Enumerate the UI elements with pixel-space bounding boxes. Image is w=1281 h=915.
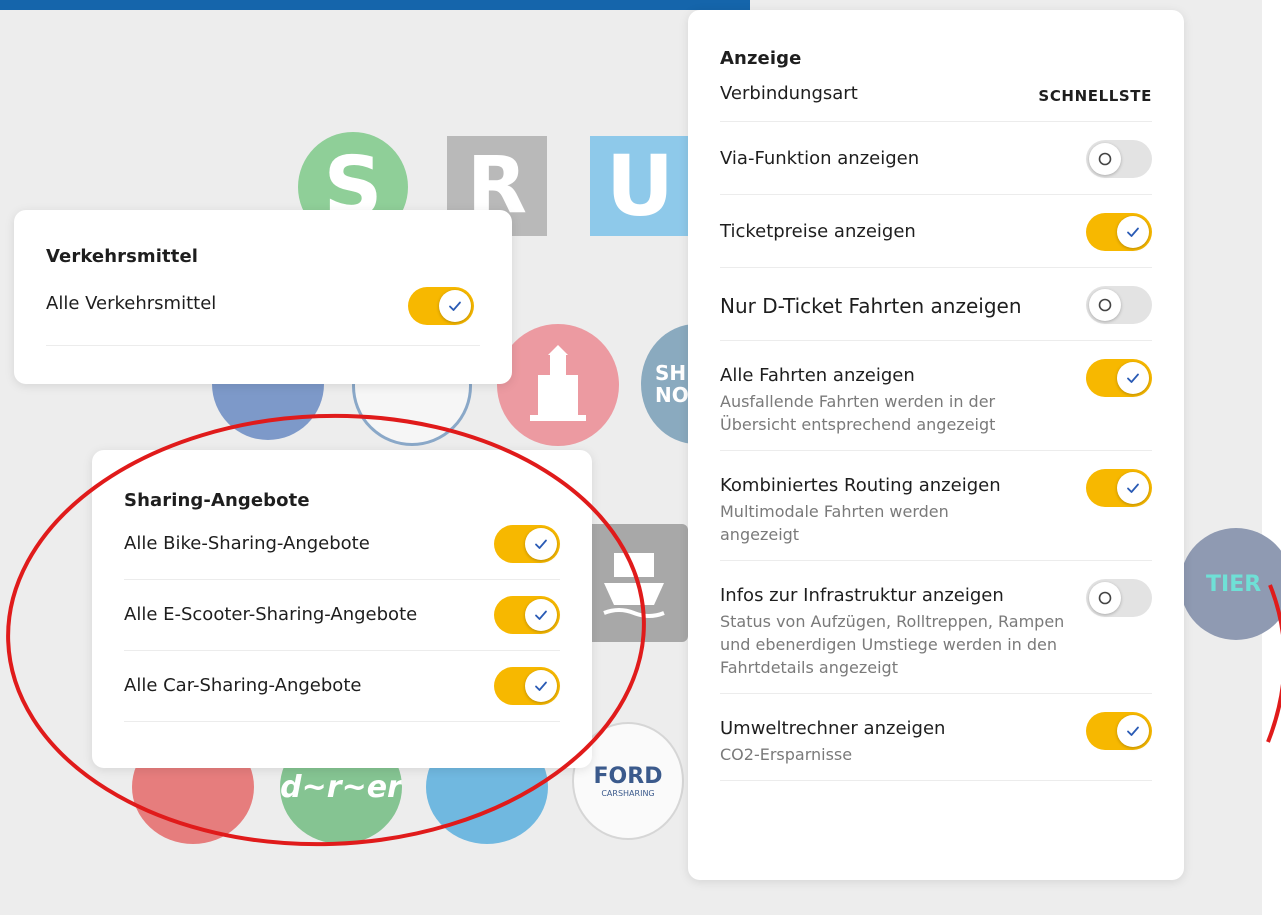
verkehrsmittel-card: Verkehrsmittel Alle Verkehrsmittel bbox=[14, 210, 512, 384]
toggle-knob bbox=[1089, 582, 1121, 614]
ferry-icon bbox=[603, 553, 665, 618]
circle-off-icon bbox=[1098, 591, 1112, 605]
ford-logo-subtext: CARSHARING bbox=[601, 789, 655, 798]
u-bahn-logo-text: U bbox=[605, 137, 675, 235]
ticketpreise-toggle[interactable] bbox=[1086, 213, 1152, 251]
check-icon bbox=[449, 301, 461, 311]
check-icon bbox=[1127, 726, 1139, 736]
ticketpreise-label: Ticketpreise anzeigen bbox=[720, 221, 916, 242]
toggle-knob bbox=[1089, 143, 1121, 175]
circle-off-icon bbox=[1098, 298, 1112, 312]
via-funktion-toggle[interactable] bbox=[1086, 140, 1152, 178]
verkehrsmittel-title: Verkehrsmittel bbox=[46, 246, 199, 267]
toggle-knob bbox=[1117, 715, 1149, 747]
list-item[interactable]: Ticketpreise anzeigen bbox=[720, 195, 1152, 268]
infrastruktur-text: Infos zur Infrastruktur anzeigen Status … bbox=[720, 579, 1080, 679]
top-accent-bar bbox=[0, 0, 750, 10]
toggle-knob bbox=[1117, 362, 1149, 394]
toggle-knob bbox=[525, 599, 557, 631]
d-ticket-toggle[interactable] bbox=[1086, 286, 1152, 324]
kombiniertes-routing-toggle[interactable] bbox=[1086, 469, 1152, 507]
list-item[interactable]: Via-Funktion anzeigen bbox=[720, 122, 1152, 195]
car-sharing-label: Alle Car-Sharing-Angebote bbox=[124, 675, 362, 696]
list-item[interactable]: Alle Bike-Sharing-Angebote bbox=[124, 511, 560, 580]
anzeige-title: Anzeige bbox=[720, 48, 802, 69]
check-icon bbox=[535, 681, 547, 691]
infrastruktur-description: Status von Aufzügen, Rolltreppen, Rampen… bbox=[720, 612, 1065, 677]
check-icon bbox=[1127, 483, 1139, 493]
right-edge-panel bbox=[1262, 0, 1281, 915]
list-item[interactable]: Nur D-Ticket Fahrten anzeigen bbox=[720, 268, 1152, 341]
escooter-sharing-toggle[interactable] bbox=[494, 596, 560, 634]
toggle-knob bbox=[1089, 289, 1121, 321]
tier-logo: TIER bbox=[1180, 528, 1281, 640]
sharing-angebote-card: Sharing-Angebote Alle Bike-Sharing-Angeb… bbox=[92, 450, 592, 768]
anzeige-card: Anzeige Verbindungsart SCHNELLSTE Via-Fu… bbox=[688, 10, 1184, 880]
toggle-knob bbox=[525, 528, 557, 560]
alle-fahrten-label: Alle Fahrten anzeigen bbox=[720, 365, 915, 386]
list-item[interactable]: Infos zur Infrastruktur anzeigen Status … bbox=[720, 561, 1152, 694]
kombiniertes-routing-label: Kombiniertes Routing anzeigen bbox=[720, 475, 1001, 496]
check-icon bbox=[1127, 227, 1139, 237]
umweltrechner-toggle[interactable] bbox=[1086, 712, 1152, 750]
alle-fahrten-toggle[interactable] bbox=[1086, 359, 1152, 397]
alle-verkehrsmittel-toggle[interactable] bbox=[408, 287, 474, 325]
u-bahn-logo: U bbox=[590, 136, 690, 236]
list-item[interactable]: Alle Verkehrsmittel bbox=[46, 273, 480, 346]
kombiniertes-routing-description: Multimodale Fahrten werden angezeigt bbox=[720, 502, 949, 544]
alle-fahrten-text: Alle Fahrten anzeigen Ausfallende Fahrte… bbox=[720, 359, 1060, 436]
tier-logo-text: TIER bbox=[1206, 571, 1262, 597]
umweltrechner-description: CO2-Ersparnisse bbox=[720, 745, 853, 764]
circle-off-icon bbox=[1098, 152, 1112, 166]
list-item[interactable]: Alle Fahrten anzeigen Ausfallende Fahrte… bbox=[720, 341, 1152, 451]
list-item[interactable]: Alle Car-Sharing-Angebote bbox=[124, 651, 560, 722]
d-ticket-label: Nur D-Ticket Fahrten anzeigen bbox=[720, 294, 1022, 318]
bike-sharing-label: Alle Bike-Sharing-Angebote bbox=[124, 533, 370, 554]
alle-verkehrsmittel-label: Alle Verkehrsmittel bbox=[46, 293, 217, 314]
kombiniertes-routing-text: Kombiniertes Routing anzeigen Multimodal… bbox=[720, 469, 1050, 546]
toggle-knob bbox=[1117, 216, 1149, 248]
check-icon bbox=[535, 539, 547, 549]
alle-fahrten-description: Ausfallende Fahrten werden in der Übersi… bbox=[720, 392, 996, 434]
umweltrechner-text: Umweltrechner anzeigen CO2-Ersparnisse bbox=[720, 712, 1060, 766]
ford-logo-text: FORD bbox=[593, 764, 663, 789]
check-icon bbox=[1127, 373, 1139, 383]
ferry-logo bbox=[580, 524, 688, 642]
toggle-knob bbox=[1117, 472, 1149, 504]
check-icon bbox=[535, 610, 547, 620]
umweltrechner-label: Umweltrechner anzeigen bbox=[720, 718, 946, 739]
via-funktion-label: Via-Funktion anzeigen bbox=[720, 148, 920, 169]
drivy-logo-text: d~r~er bbox=[280, 769, 402, 805]
verbindungsart-value[interactable]: SCHNELLSTE bbox=[1038, 87, 1152, 105]
sharing-angebote-title: Sharing-Angebote bbox=[124, 490, 310, 511]
escooter-sharing-label: Alle E-Scooter-Sharing-Angebote bbox=[124, 604, 418, 625]
infrastruktur-label: Infos zur Infrastruktur anzeigen bbox=[720, 585, 1004, 606]
toggle-knob bbox=[525, 670, 557, 702]
list-item[interactable]: Umweltrechner anzeigen CO2-Ersparnisse bbox=[720, 694, 1152, 781]
castle-logo bbox=[497, 324, 619, 446]
car-sharing-toggle[interactable] bbox=[494, 667, 560, 705]
castle-icon bbox=[530, 345, 586, 421]
verbindungsart-label: Verbindungsart bbox=[720, 83, 858, 104]
bike-sharing-toggle[interactable] bbox=[494, 525, 560, 563]
list-item[interactable]: Kombiniertes Routing anzeigen Multimodal… bbox=[720, 451, 1152, 561]
toggle-knob bbox=[439, 290, 471, 322]
infrastruktur-toggle[interactable] bbox=[1086, 579, 1152, 617]
verbindungsart-row[interactable]: Verbindungsart SCHNELLSTE bbox=[720, 69, 1152, 122]
list-item[interactable]: Alle E-Scooter-Sharing-Angebote bbox=[124, 580, 560, 651]
